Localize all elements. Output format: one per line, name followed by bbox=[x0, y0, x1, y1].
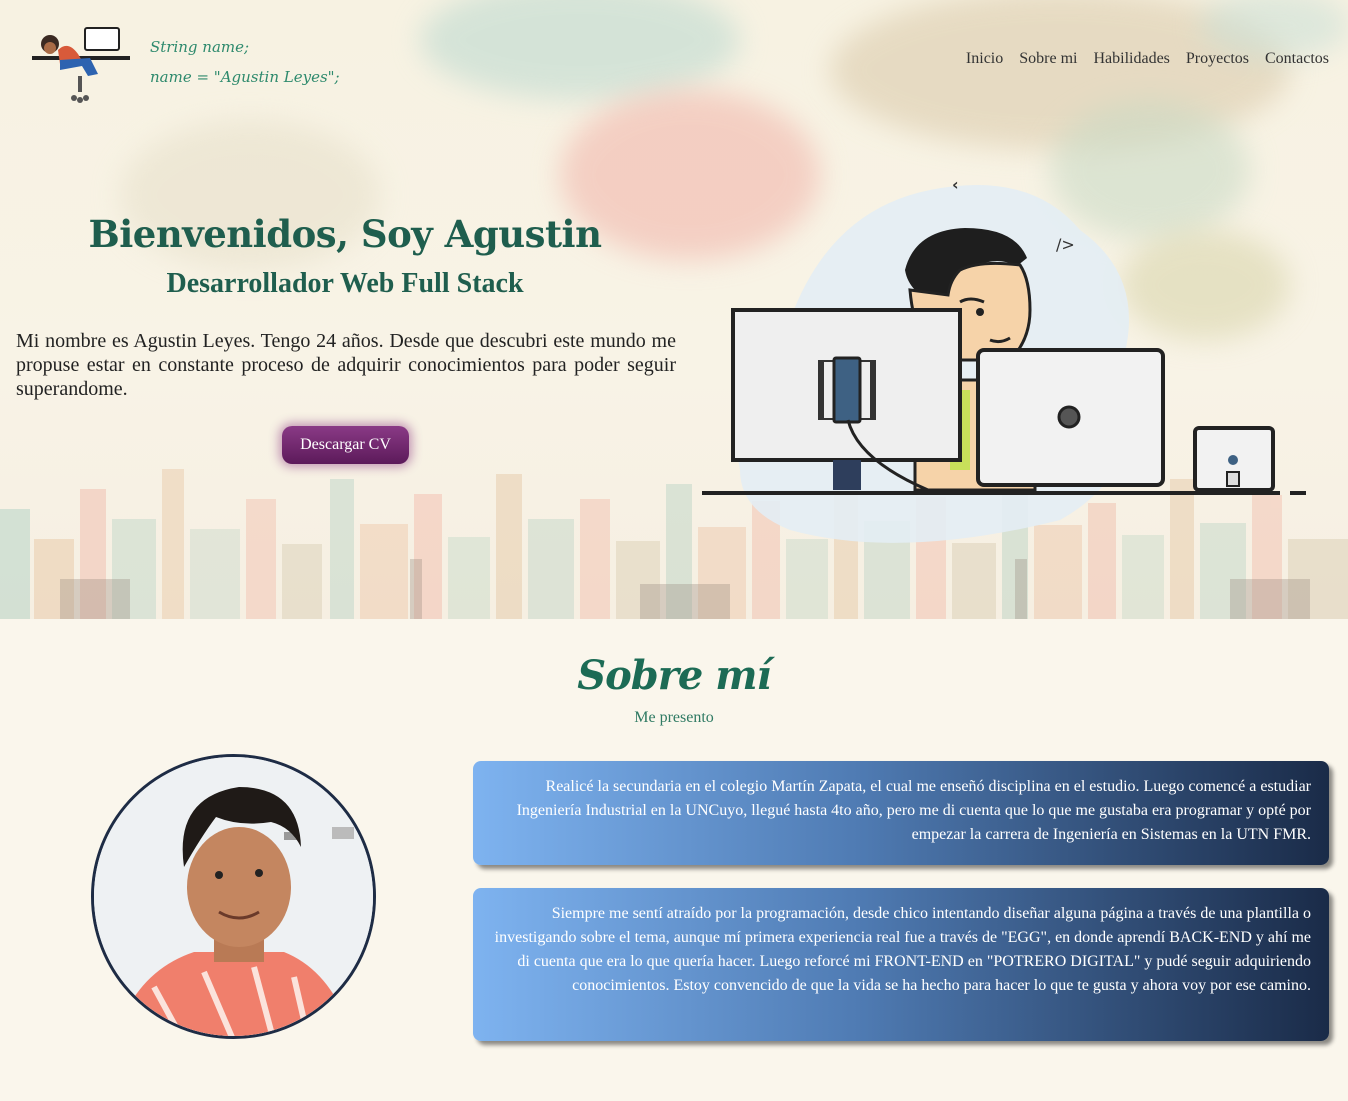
hero-section: String name; name = "Agustin Leyes"; Ini… bbox=[0, 0, 1348, 619]
code-line-assignment: name = "Agustin Leyes"; bbox=[150, 68, 340, 86]
about-subtitle: Me presento bbox=[634, 709, 714, 726]
nav-habilidades[interactable]: Habilidades bbox=[1093, 50, 1169, 68]
about-card-experience: Siempre me sentí atraído por la programa… bbox=[473, 888, 1329, 1041]
download-cv-button[interactable]: Descargar CV bbox=[282, 426, 409, 464]
hero-subtitle: Desarrollador Web Full Stack bbox=[166, 268, 524, 299]
code-line-declaration: String name; bbox=[150, 38, 250, 56]
main-navigation: Inicio Sobre mi Habilidades Proyectos Co… bbox=[966, 50, 1329, 68]
developer-at-computer-illustration-icon: ‹ /> bbox=[702, 175, 1306, 543]
developer-desk-logo-icon[interactable] bbox=[30, 26, 130, 106]
code-snippet: String name; name = "Agustin Leyes"; bbox=[150, 32, 340, 92]
nav-proyectos[interactable]: Proyectos bbox=[1186, 50, 1249, 68]
profile-photo-avatar bbox=[91, 754, 376, 1039]
about-title: Sobre mí bbox=[577, 652, 772, 699]
nav-inicio[interactable]: Inicio bbox=[966, 50, 1003, 68]
nav-contactos[interactable]: Contactos bbox=[1265, 50, 1329, 68]
code-tag-icon: /> bbox=[1056, 235, 1075, 254]
about-paragraph-experience: Siempre me sentí atraído por la programa… bbox=[494, 905, 1311, 994]
hero-title: Bienvenidos, Soy Agustin bbox=[88, 212, 602, 256]
code-bracket-left-icon: ‹ bbox=[952, 175, 959, 194]
profile-photo-icon bbox=[94, 757, 373, 1036]
hero-description: Mi nombre es Agustin Leyes. Tengo 24 año… bbox=[16, 330, 676, 400]
about-paragraph-education: Realicé la secundaria en el colegio Mart… bbox=[516, 778, 1311, 843]
nav-sobre-mi[interactable]: Sobre mi bbox=[1019, 50, 1077, 68]
about-card-education: Realicé la secundaria en el colegio Mart… bbox=[473, 761, 1329, 865]
